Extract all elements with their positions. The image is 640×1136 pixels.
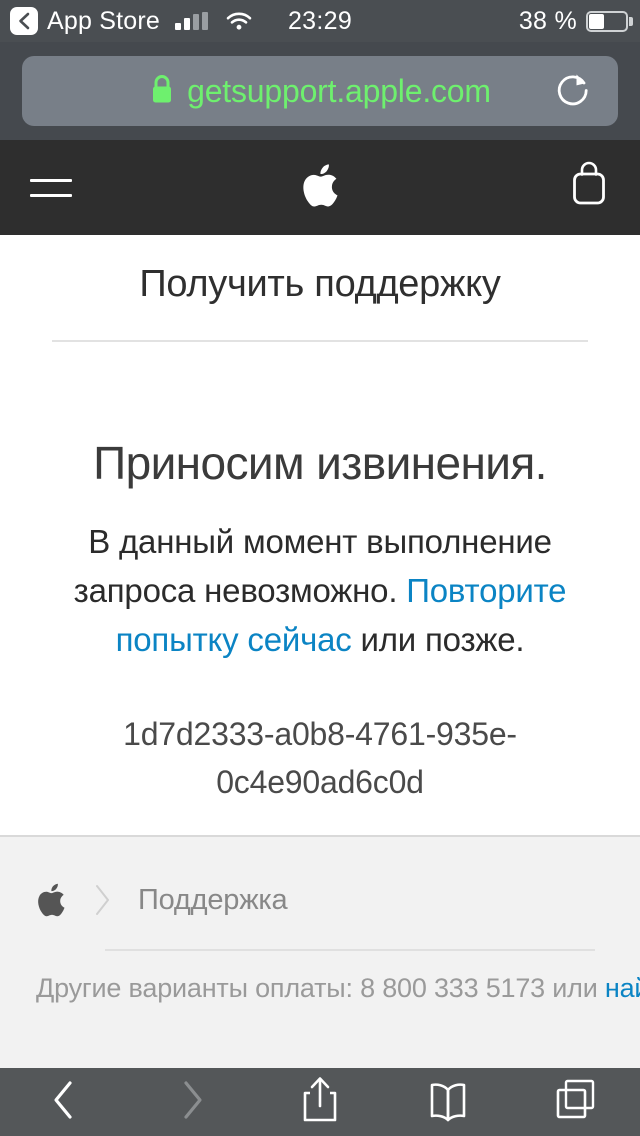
apology-heading: Приносим извинения.	[93, 437, 547, 489]
title-divider	[52, 340, 588, 342]
safari-address-bar-area: getsupport.apple.com	[0, 42, 640, 140]
hamburger-menu-icon[interactable]	[30, 177, 72, 199]
share-icon	[299, 1074, 341, 1131]
book-icon	[424, 1076, 472, 1129]
apple-site-nav-bar	[0, 140, 640, 235]
breadcrumb-item-support[interactable]: Поддержка	[138, 884, 288, 917]
breadcrumb: Поддержка	[34, 879, 288, 921]
chevron-left-icon	[47, 1078, 81, 1127]
apple-logo-icon[interactable]	[298, 158, 342, 217]
breadcrumb-underline	[105, 949, 595, 951]
webpage-content: Получить поддержку Приносим извинения. В…	[0, 235, 640, 1068]
shopping-bag-icon[interactable]	[565, 157, 613, 218]
battery-icon	[586, 10, 633, 32]
ios-status-bar: App Store 23:29 38 %	[0, 0, 640, 42]
chevron-right-icon	[175, 1078, 209, 1127]
reload-icon[interactable]	[550, 68, 596, 114]
tabs-button[interactable]	[512, 1068, 640, 1136]
status-bar-clock: 23:29	[287, 6, 353, 35]
chevron-right-icon	[92, 880, 138, 920]
footer-payment-note: Другие варианты оплаты: 8 800 333 5173 и…	[36, 973, 640, 1004]
address-bar[interactable]: getsupport.apple.com	[22, 56, 618, 126]
bookmarks-button[interactable]	[384, 1068, 512, 1136]
tabs-icon	[552, 1075, 600, 1130]
nav-back-button[interactable]	[0, 1068, 128, 1136]
error-message-part2: или позже.	[351, 620, 525, 658]
apple-logo-icon[interactable]	[34, 879, 92, 921]
safari-bottom-toolbar	[0, 1068, 640, 1136]
footer-find-link[interactable]: найдите	[605, 973, 640, 1003]
error-message: В данный момент выполнение запроса невоз…	[60, 518, 580, 664]
page-title: Получить поддержку	[139, 263, 501, 305]
lock-icon	[149, 73, 175, 110]
url-text: getsupport.apple.com	[187, 72, 491, 109]
address-bar-content: getsupport.apple.com	[149, 73, 491, 110]
page-footer: Поддержка Другие варианты оплаты: 8 800 …	[0, 835, 640, 1068]
share-button[interactable]	[256, 1068, 384, 1136]
nav-forward-button[interactable]	[128, 1068, 256, 1136]
error-id: 1d7d2333-a0b8-4761-935e-0c4e90ad6c0d	[123, 716, 517, 801]
footer-note-text: Другие варианты оплаты: 8 800 333 5173 и…	[36, 973, 605, 1003]
